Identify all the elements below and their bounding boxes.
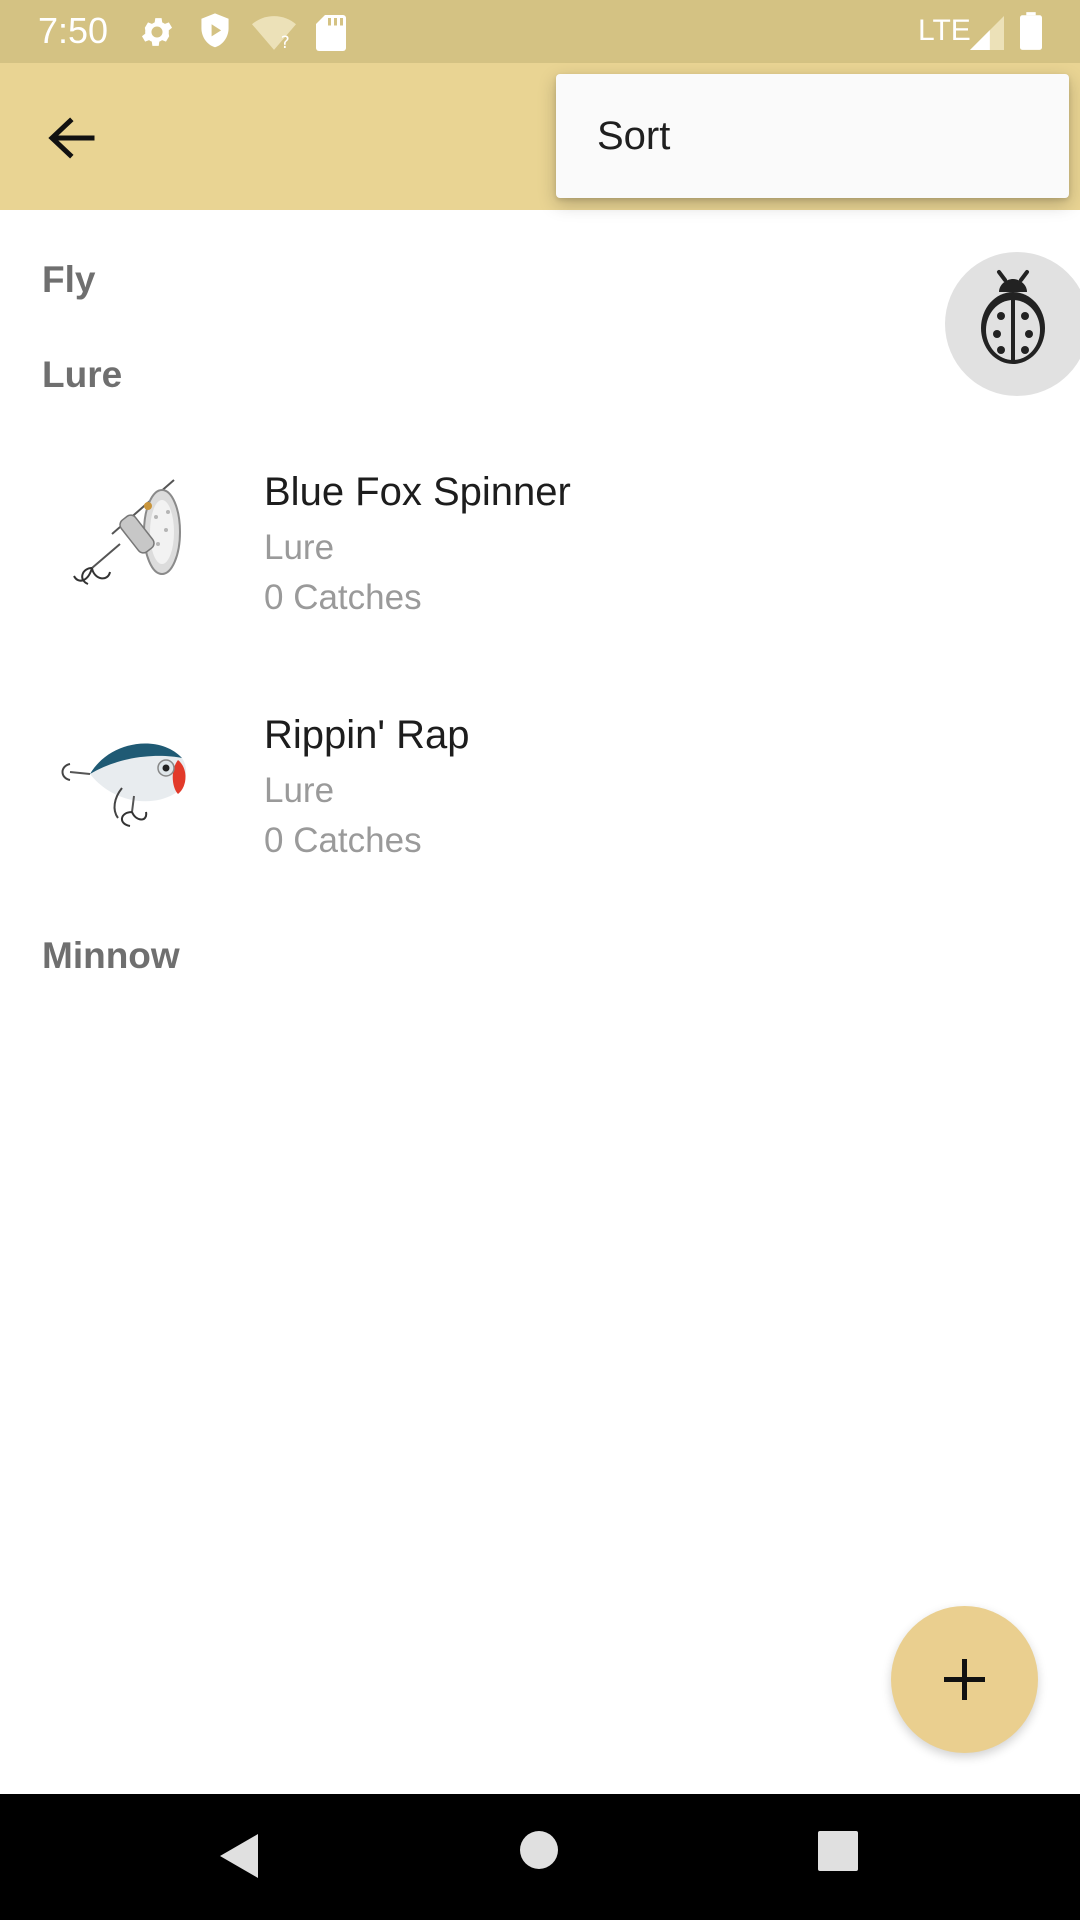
status-bar: 7:50 ? LTE — [0, 0, 1080, 63]
status-time: 7:50 — [38, 10, 109, 51]
sd-card-icon — [316, 15, 346, 51]
nav-back-button[interactable] — [214, 1830, 264, 1882]
section-header-minnow: Minnow — [42, 935, 180, 976]
list-item[interactable]: Blue Fox Spinner Lure 0 Catches — [0, 440, 1080, 640]
bait-type: Lure — [264, 771, 335, 810]
bait-name: Rippin' Rap — [264, 713, 470, 757]
menu-item-sort[interactable]: Sort — [556, 74, 1069, 198]
spinner-lure-image — [73, 479, 181, 585]
section-header-lure: Lure — [42, 354, 123, 395]
navigation-bar — [0, 1794, 1080, 1920]
nav-home-button[interactable] — [519, 1830, 559, 1870]
network-type: LTE — [918, 14, 971, 47]
bait-type: Lure — [264, 528, 335, 567]
back-button[interactable] — [34, 103, 114, 173]
signal-icon — [970, 16, 1004, 50]
battery-icon — [1020, 12, 1042, 50]
debug-ladybug-button[interactable] — [945, 252, 1080, 396]
gear-icon — [141, 18, 173, 46]
home-circle-icon — [520, 1831, 558, 1869]
shield-icon — [201, 13, 229, 48]
plus-icon — [944, 1659, 985, 1700]
bait-catches: 0 Catches — [264, 821, 422, 860]
section-header-fly: Fly — [42, 259, 96, 300]
bait-name: Blue Fox Spinner — [264, 470, 571, 514]
list-item[interactable]: Rippin' Rap Lure 0 Catches — [0, 683, 1080, 883]
add-bait-button[interactable] — [891, 1606, 1038, 1753]
crankbait-lure-image — [61, 743, 187, 827]
overflow-popup-menu: Sort — [556, 74, 1069, 198]
nav-recents-button[interactable] — [817, 1830, 859, 1872]
bait-catches: 0 Catches — [264, 578, 422, 617]
svg-text:?: ? — [281, 32, 290, 52]
recents-square-icon — [818, 1831, 858, 1871]
wifi-unknown-icon: ? — [252, 16, 296, 52]
ladybug-icon — [981, 270, 1045, 364]
back-triangle-icon — [220, 1834, 258, 1878]
arrow-left-icon — [48, 117, 95, 159]
